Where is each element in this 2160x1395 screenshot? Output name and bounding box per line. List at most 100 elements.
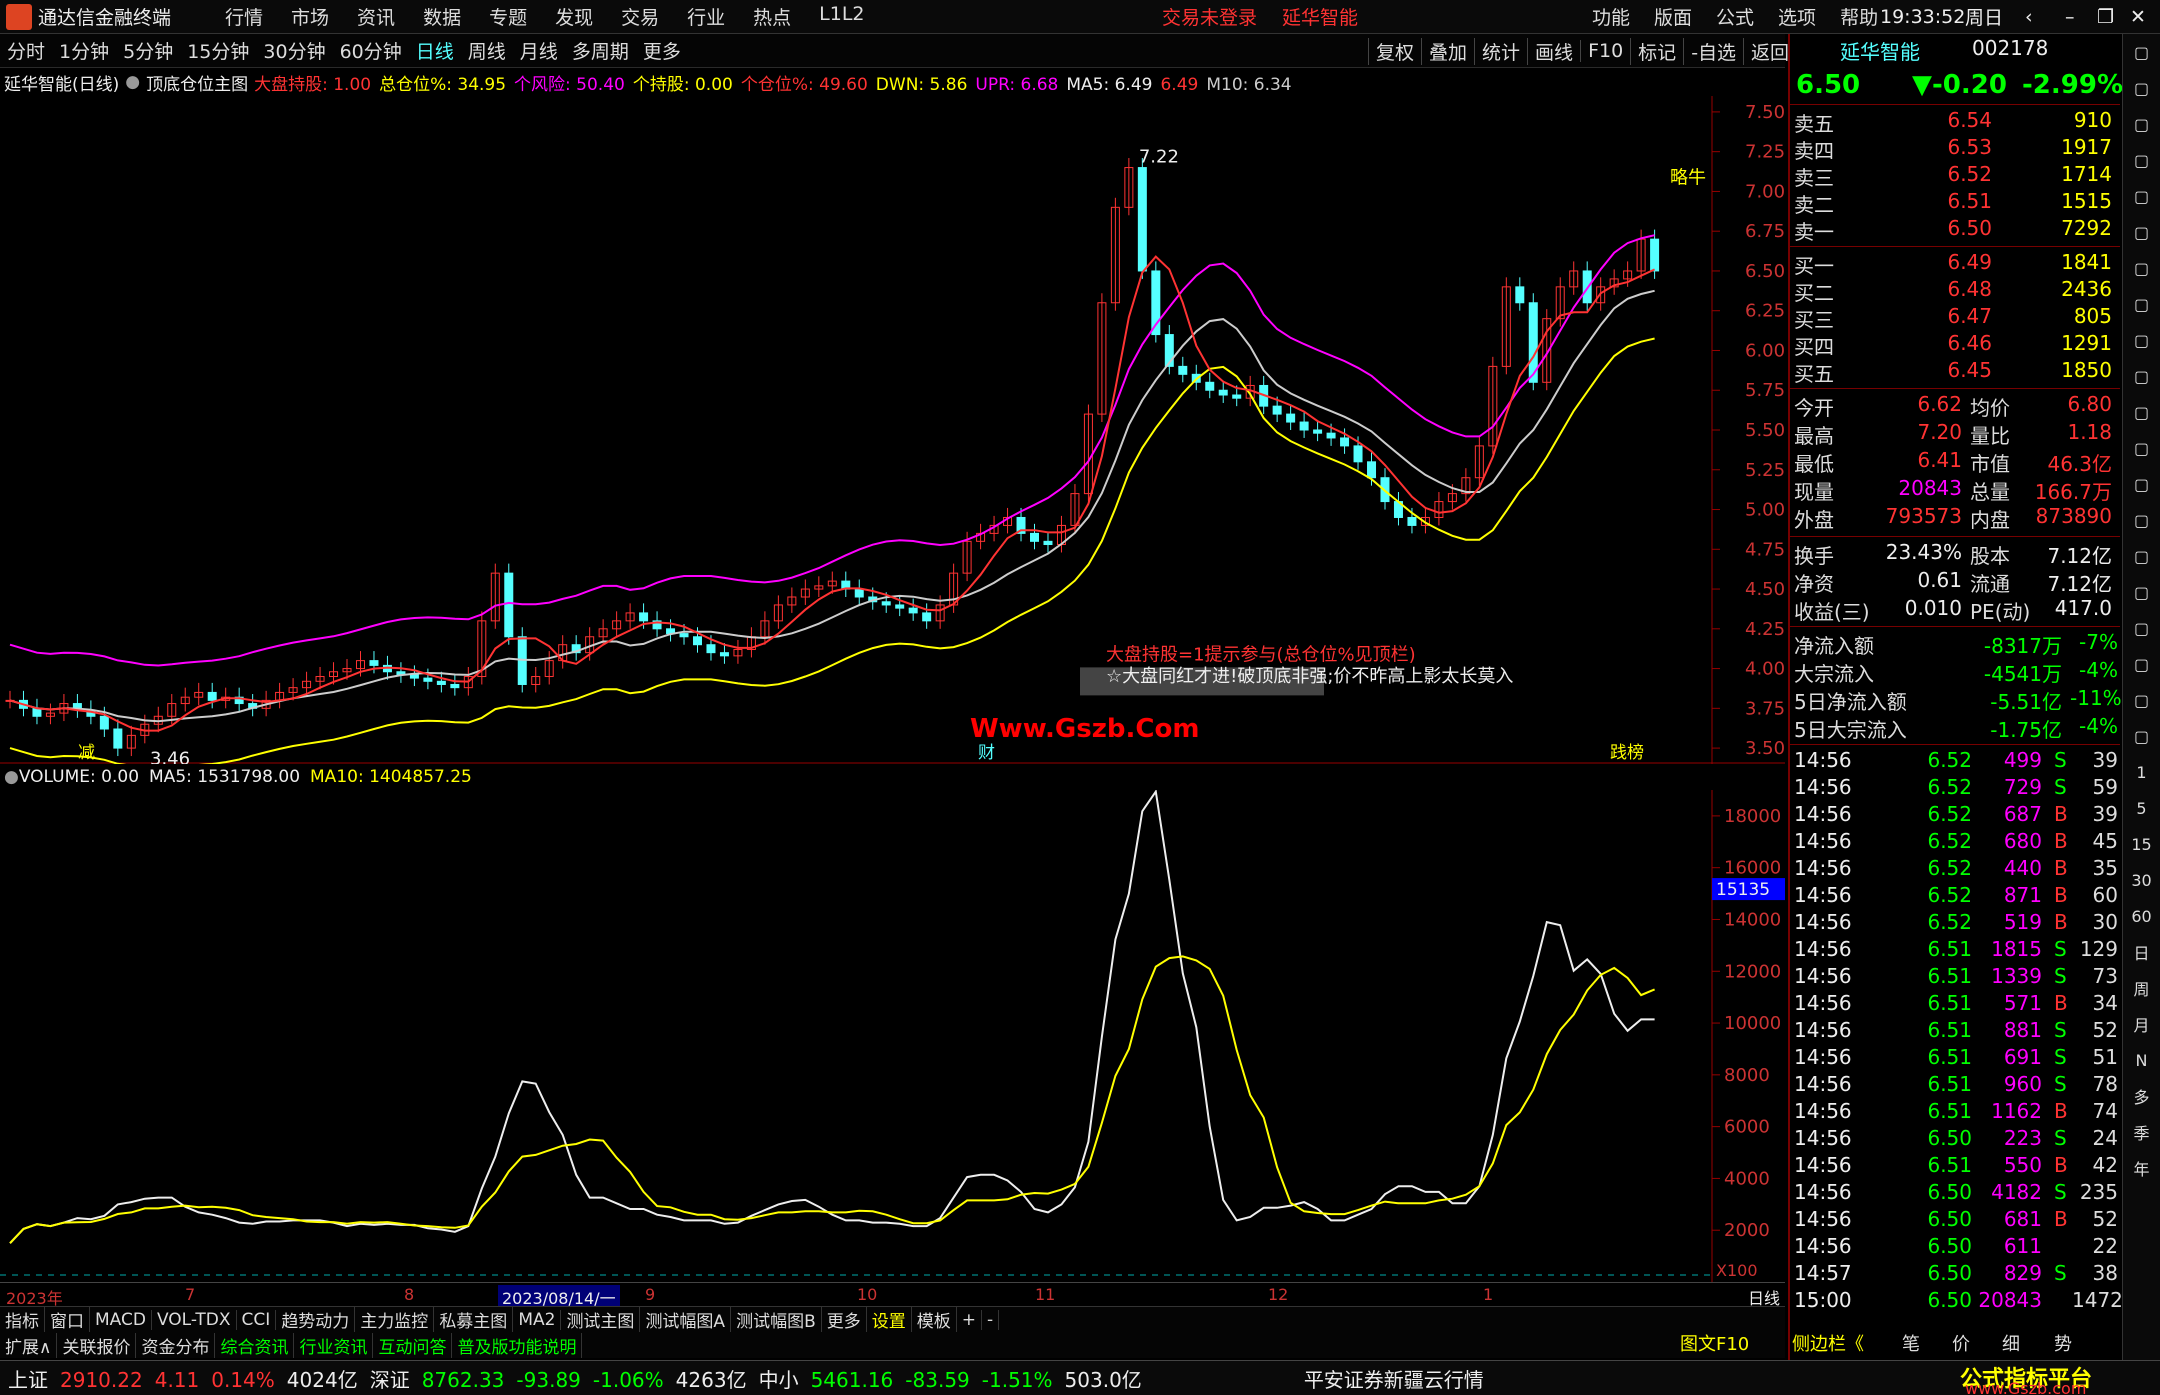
- period-tab-9[interactable]: 多周期: [565, 37, 636, 64]
- menu-6[interactable]: 交易: [621, 3, 659, 30]
- period-tab-8[interactable]: 月线: [513, 37, 565, 64]
- indicator-tab-7[interactable]: 私募主图: [434, 1307, 514, 1332]
- side-period-1[interactable]: 5: [2123, 790, 2160, 826]
- side-period-9[interactable]: 多: [2123, 1078, 2160, 1114]
- info-tab-3[interactable]: 综合资讯: [215, 1332, 295, 1358]
- side-period-2[interactable]: 15: [2123, 826, 2160, 862]
- indicator-tab-1[interactable]: 窗口: [45, 1307, 90, 1332]
- menu-0[interactable]: 行情: [225, 3, 263, 30]
- panel-tab-4[interactable]: 细: [2002, 1330, 2020, 1356]
- side-tool-icon[interactable]: ▢: [2123, 610, 2160, 646]
- side-tool-icon[interactable]: ▢: [2123, 646, 2160, 682]
- formula-icon[interactable]: ●: [125, 72, 140, 92]
- side-tool-icon[interactable]: ▢: [2123, 502, 2160, 538]
- side-tool-icon[interactable]: ▢: [2123, 250, 2160, 286]
- side-tool-icon[interactable]: ▢: [2123, 214, 2160, 250]
- tool-button-2[interactable]: 统计: [1474, 37, 1527, 65]
- period-tab-10[interactable]: 更多: [636, 37, 688, 64]
- menu-1[interactable]: 市场: [291, 3, 329, 30]
- rmenu-2[interactable]: 公式: [1716, 3, 1754, 30]
- volume-chart[interactable]: 18000 16000 14000 12000 10000 8000 6000 4000 200…: [0, 790, 1785, 1282]
- indicator-tab-11[interactable]: 测试幅图B: [731, 1307, 822, 1332]
- tool-button-1[interactable]: 叠加: [1421, 37, 1474, 65]
- indicator-tab-9[interactable]: 测试主图: [561, 1307, 641, 1332]
- info-tab-5[interactable]: 互动问答: [373, 1332, 453, 1358]
- side-tool-icon[interactable]: ▢: [2123, 682, 2160, 718]
- side-tool-icon[interactable]: ▢: [2123, 394, 2160, 430]
- menu-7[interactable]: 行业: [687, 3, 725, 30]
- period-tab-7[interactable]: 周线: [461, 37, 513, 64]
- menu-3[interactable]: 数据: [423, 3, 461, 30]
- indicator-tab-6[interactable]: 主力监控: [355, 1307, 435, 1332]
- panel-tab-5[interactable]: 势: [2054, 1330, 2072, 1356]
- kline-chart[interactable]: 7.50 7.25 7.00 6.75 6.50 6.25 6.00 5.75 5.50 5.25…: [0, 96, 1785, 764]
- period-tab-2[interactable]: 5分钟: [116, 37, 180, 64]
- side-period-6[interactable]: 周: [2123, 970, 2160, 1006]
- info-tab-4[interactable]: 行业资讯: [294, 1332, 374, 1358]
- indicator-tab-2[interactable]: MACD: [90, 1309, 152, 1330]
- rmenu-0[interactable]: 功能: [1592, 3, 1630, 30]
- indicator-tab-13[interactable]: 设置: [867, 1307, 912, 1332]
- side-period-3[interactable]: 30: [2123, 862, 2160, 898]
- tool-button-3[interactable]: 画线: [1527, 37, 1580, 65]
- indicator-tab-10[interactable]: 测试幅图A: [640, 1307, 732, 1332]
- restore-icon[interactable]: ❐: [2097, 6, 2114, 28]
- panel-tab-1[interactable]: 侧边栏《: [1792, 1330, 1864, 1356]
- tool-button-4[interactable]: F10: [1580, 40, 1630, 62]
- indicator-tab-12[interactable]: 更多: [822, 1307, 867, 1332]
- side-period-7[interactable]: 月: [2123, 1006, 2160, 1042]
- info-tab-0[interactable]: 扩展∧: [0, 1332, 58, 1358]
- side-tool-icon[interactable]: ▢: [2123, 106, 2160, 142]
- period-tab-6[interactable]: 日线: [409, 37, 461, 64]
- side-period-5[interactable]: 日: [2123, 934, 2160, 970]
- indicator-tab-8[interactable]: MA2: [513, 1309, 562, 1330]
- info-tab-2[interactable]: 资金分布: [136, 1332, 216, 1358]
- period-tab-5[interactable]: 60分钟: [333, 37, 409, 64]
- indicator-tab-0[interactable]: 指标: [0, 1307, 45, 1332]
- tool-button-0[interactable]: 复权: [1368, 37, 1421, 65]
- close-icon[interactable]: ✕: [2130, 6, 2146, 28]
- indicator-tab-3[interactable]: VOL-TDX: [152, 1309, 237, 1330]
- side-tool-icon[interactable]: ▢: [2123, 574, 2160, 610]
- panel-tab-2[interactable]: 笔: [1902, 1330, 1920, 1356]
- panel-tab-3[interactable]: 价: [1952, 1330, 1970, 1356]
- side-tool-icon[interactable]: ▢: [2123, 322, 2160, 358]
- side-period-0[interactable]: 1: [2123, 754, 2160, 790]
- info-tab-6[interactable]: 普及版功能说明: [452, 1332, 583, 1358]
- side-tool-icon[interactable]: ▢: [2123, 286, 2160, 322]
- tool-button-5[interactable]: 标记: [1630, 37, 1683, 65]
- indicator-tab-15[interactable]: +: [957, 1309, 982, 1330]
- rmenu-3[interactable]: 选项: [1778, 3, 1816, 30]
- indicator-tab-4[interactable]: CCI: [237, 1309, 277, 1330]
- side-period-10[interactable]: 季: [2123, 1114, 2160, 1150]
- tool-button-6[interactable]: -自选: [1683, 37, 1743, 65]
- info-tab-1[interactable]: 关联报价: [57, 1332, 137, 1358]
- back-icon[interactable]: ‹: [2025, 6, 2033, 28]
- side-tool-icon[interactable]: ▢: [2123, 142, 2160, 178]
- menu-4[interactable]: 专题: [489, 3, 527, 30]
- rmenu-4[interactable]: 帮助: [1840, 3, 1878, 30]
- indicator-tab-5[interactable]: 趋势动力: [276, 1307, 356, 1332]
- side-tool-icon[interactable]: ▢: [2123, 538, 2160, 574]
- period-tab-0[interactable]: 分时: [0, 37, 52, 64]
- side-tool-icon[interactable]: ▢: [2123, 430, 2160, 466]
- menu-8[interactable]: 热点: [753, 3, 791, 30]
- period-tab-4[interactable]: 30分钟: [256, 37, 332, 64]
- menu-5[interactable]: 发现: [555, 3, 593, 30]
- rmenu-1[interactable]: 版面: [1654, 3, 1692, 30]
- stock-notice[interactable]: 延华智能: [1282, 3, 1358, 30]
- menu-9[interactable]: L1L2: [819, 3, 864, 30]
- side-period-8[interactable]: N: [2123, 1042, 2160, 1078]
- formula-name[interactable]: 顶底仓位主图: [146, 70, 248, 95]
- panel-tab-0[interactable]: 图文F10: [1680, 1330, 1749, 1356]
- side-tool-icon[interactable]: ▢: [2123, 718, 2160, 754]
- side-period-11[interactable]: 年: [2123, 1150, 2160, 1186]
- side-tool-icon[interactable]: ▢: [2123, 466, 2160, 502]
- period-tab-1[interactable]: 1分钟: [52, 37, 116, 64]
- period-tab-3[interactable]: 15分钟: [180, 37, 256, 64]
- side-tool-icon[interactable]: ▢: [2123, 34, 2160, 70]
- side-period-4[interactable]: 60: [2123, 898, 2160, 934]
- menu-2[interactable]: 资讯: [357, 3, 395, 30]
- side-tool-icon[interactable]: ▢: [2123, 70, 2160, 106]
- indicator-tab-16[interactable]: -: [982, 1309, 1000, 1330]
